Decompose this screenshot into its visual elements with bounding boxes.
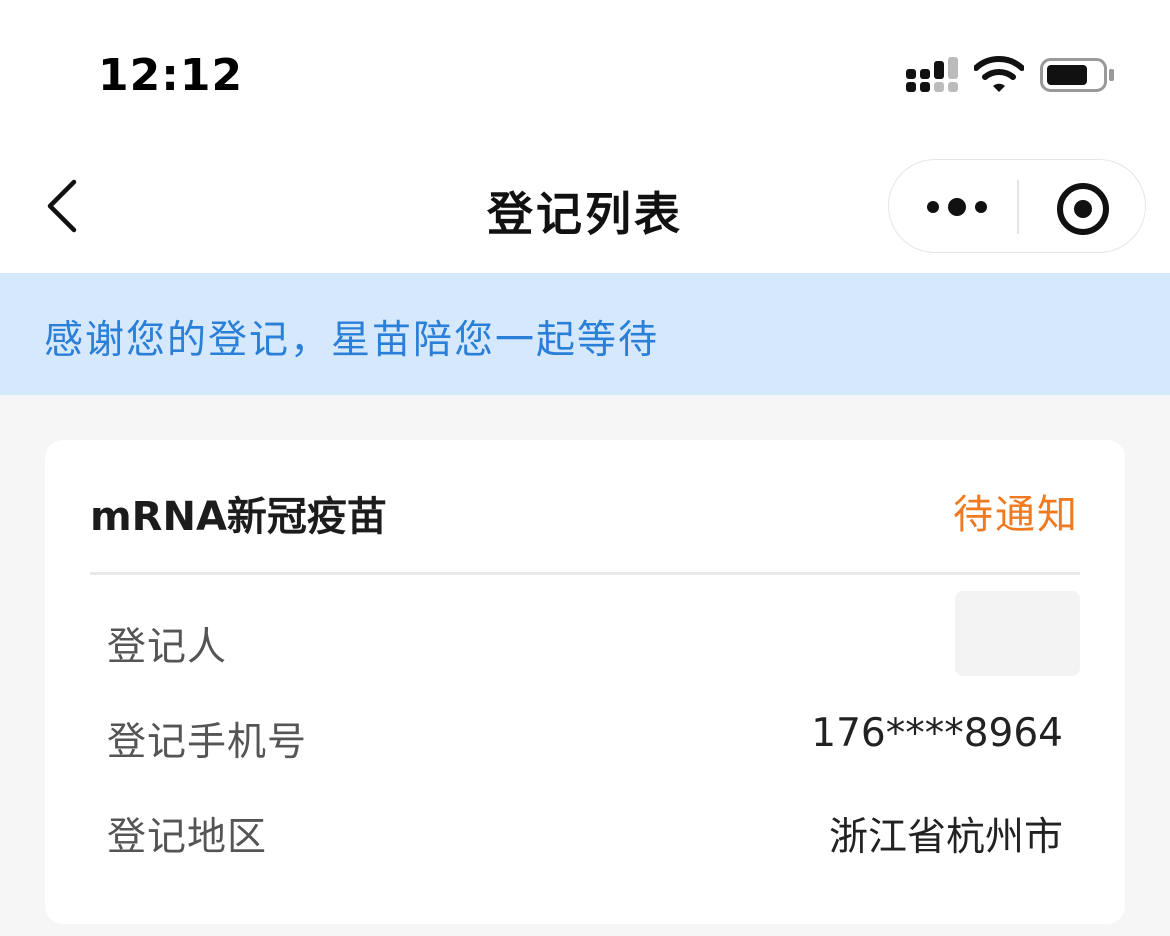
phone-label: 登记手机号 bbox=[107, 720, 308, 765]
capsule-divider bbox=[1017, 180, 1019, 234]
battery-icon bbox=[1040, 58, 1114, 92]
nav-bar: 登记列表 bbox=[0, 140, 1170, 273]
banner-text: 感谢您的登记，星苗陪您一起等待 bbox=[44, 318, 660, 363]
region-value: 浙江省杭州市 bbox=[828, 815, 1063, 860]
status-time: 12:12 bbox=[98, 50, 244, 101]
wifi-icon bbox=[974, 56, 1024, 92]
phone-value: 176****8964 bbox=[811, 711, 1063, 756]
more-options-icon[interactable] bbox=[925, 189, 989, 225]
registration-card[interactable]: mRNA新冠疫苗 待通知 登记人 登记手机号 176****8964 登记地区 … bbox=[45, 440, 1125, 924]
status-bar: 12:12 bbox=[0, 0, 1170, 140]
registrant-name-redacted bbox=[955, 591, 1080, 676]
vaccine-title: mRNA新冠疫苗 bbox=[90, 494, 387, 540]
region-label: 登记地区 bbox=[107, 815, 268, 860]
cellular-signal-icon bbox=[906, 57, 958, 92]
card-divider bbox=[90, 572, 1080, 575]
close-miniprogram-icon[interactable] bbox=[1056, 182, 1110, 236]
registrant-label: 登记人 bbox=[107, 625, 228, 670]
notice-banner: 感谢您的登记，星苗陪您一起等待 bbox=[0, 273, 1170, 395]
status-badge: 待通知 bbox=[953, 492, 1079, 538]
miniprogram-capsule bbox=[888, 159, 1146, 253]
